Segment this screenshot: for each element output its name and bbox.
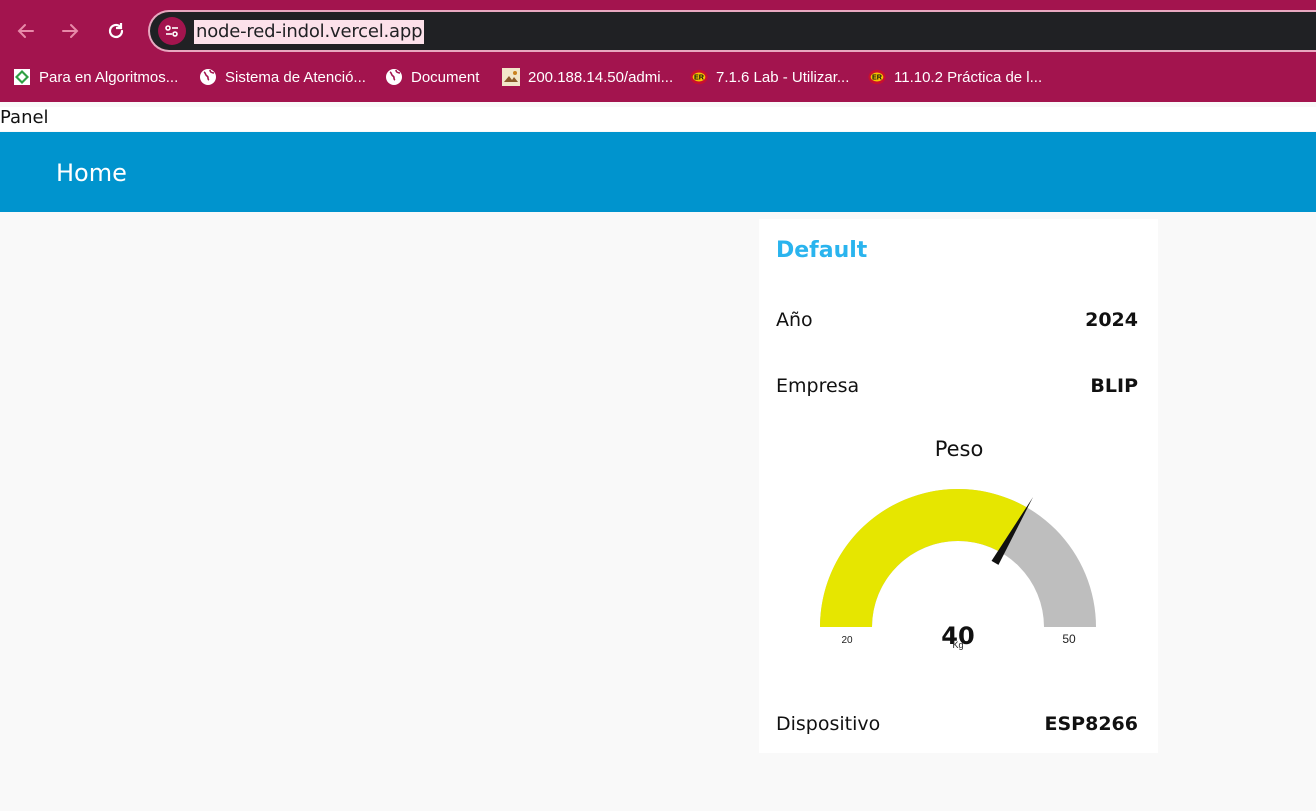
forward-button[interactable] [57,18,83,44]
back-button[interactable] [13,18,39,44]
browser-toolbar: node-red-indol.vercel.app [0,8,1316,54]
text-row-year: Año 2024 [776,309,1138,337]
site-info-button[interactable] [158,17,186,45]
bookmark-item[interactable]: ER 11.10.2 Práctica de l... [868,66,1042,88]
weight-gauge: Peso 40 Kg 20 50 [809,429,1109,669]
bookmark-item[interactable]: Sistema de Atenció... [199,66,366,88]
row-value: 2024 [1085,309,1138,331]
bookmark-item[interactable]: Para en Algoritmos... [13,66,178,88]
row-label: Dispositivo [776,713,881,735]
arrow-right-icon [62,24,79,38]
green-diamond-icon [13,68,31,86]
page-title: Home [56,159,127,187]
row-label: Empresa [776,375,860,397]
bookmarks-bar: Para en Algoritmos... Sistema de Atenció… [0,58,1316,96]
reload-button[interactable] [103,18,129,44]
group-card: Default Año 2024 Empresa BLIP Peso 40 Kg… [759,219,1158,753]
bookmark-item[interactable]: Document [385,66,479,88]
globe-icon [385,68,403,86]
app-header: Home [0,132,1316,212]
browser-chrome: node-red-indol.vercel.app Para en Algori… [0,0,1316,102]
text-row-company: Empresa BLIP [776,375,1138,403]
row-label: Año [776,309,813,331]
gauge-max-label: 50 [1062,632,1076,646]
url-text[interactable]: node-red-indol.vercel.app [194,20,425,44]
reload-icon [108,23,124,39]
row-value: ESP8266 [1044,713,1138,735]
bookmark-item[interactable]: 200.188.14.50/admi... [502,66,673,88]
row-value: BLIP [1090,375,1138,397]
svg-text:ER: ER [872,73,883,82]
gauge-unit: Kg [952,640,963,650]
svg-text:ER: ER [694,73,705,82]
group-title: Default [776,238,868,263]
gauge-title: Peso [935,437,984,461]
gauge-min-label: 20 [841,635,853,646]
bookmark-item[interactable]: ER 7.1.6 Lab - Utilizar... [690,66,849,88]
er-badge-icon: ER [868,68,886,86]
arrow-left-icon [17,24,34,38]
panel-label: Panel [0,107,1316,131]
er-badge-icon: ER [690,68,708,86]
site-thumbnail-icon [502,68,520,86]
globe-icon [199,68,217,86]
text-row-device: Dispositivo ESP8266 [776,713,1138,741]
tune-icon [165,25,178,37]
address-bar[interactable]: node-red-indol.vercel.app [148,10,1316,52]
